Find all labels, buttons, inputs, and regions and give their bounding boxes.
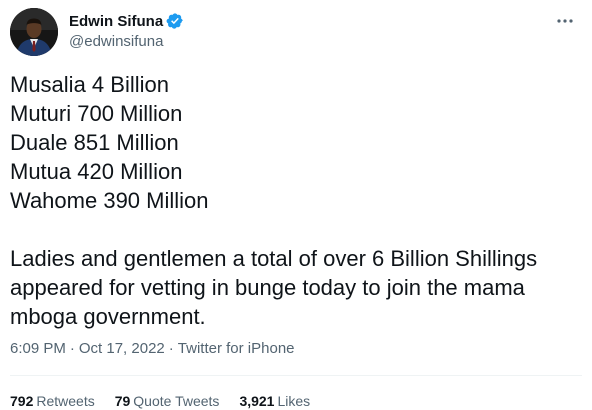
tweet-line: Muturi 700 Million [10, 101, 183, 126]
retweets-label: Retweets [36, 393, 95, 409]
quote-tweets-label: Quote Tweets [133, 393, 220, 409]
likes-count: 3,921 [239, 393, 275, 409]
tweet-time[interactable]: 6:09 PM [10, 340, 66, 357]
tweet-line: Musalia 4 Billion [10, 72, 169, 97]
tweet-text: Musalia 4 Billion Muturi 700 Million Dua… [10, 70, 580, 331]
divider [10, 375, 582, 376]
retweets-stat[interactable]: 792 Retweets [10, 393, 95, 409]
tweet-meta: 6:09 PM · Oct 17, 2022 · Twitter for iPh… [10, 340, 295, 357]
tweet-line: Duale 851 Million [10, 130, 179, 155]
engagement-stats: 792 Retweets 79 Quote Tweets 3,921 Likes [10, 393, 330, 409]
tweet-date[interactable]: Oct 17, 2022 [79, 340, 165, 357]
likes-label: Likes [277, 393, 311, 409]
retweets-count: 792 [10, 393, 34, 409]
tweet-line: Wahome 390 Million [10, 188, 209, 213]
meta-separator: · [168, 340, 174, 357]
more-horizontal-icon [557, 19, 573, 23]
tweet-card: Edwin Sifuna @edwinsifuna Musalia 4 Bill… [0, 0, 592, 410]
tweet-paragraph-line: Ladies and gentlemen a total of over 6 B… [10, 246, 538, 271]
quote-tweets-stat[interactable]: 79 Quote Tweets [115, 393, 220, 409]
paragraph-break [10, 215, 580, 244]
tweet-source[interactable]: Twitter for iPhone [178, 340, 295, 357]
tweet-paragraph-line: mboga government. [10, 304, 206, 329]
tweet-line: Mutua 420 Million [10, 159, 183, 184]
more-options-button[interactable] [554, 10, 576, 32]
likes-stat[interactable]: 3,921 Likes [239, 393, 310, 409]
user-handle[interactable]: @edwinsifuna [69, 33, 184, 50]
display-name[interactable]: Edwin Sifuna [69, 13, 163, 30]
display-name-row: Edwin Sifuna [69, 11, 184, 31]
quote-tweets-count: 79 [114, 393, 131, 409]
profile-photo-icon [10, 8, 58, 56]
verified-badge-icon [166, 12, 184, 30]
avatar[interactable] [10, 8, 58, 56]
tweet-header: Edwin Sifuna @edwinsifuna [10, 8, 582, 58]
tweet-paragraph-line: appeared for vetting in bunge today to j… [10, 275, 525, 300]
meta-separator: · [69, 340, 75, 357]
author-names: Edwin Sifuna @edwinsifuna [69, 11, 184, 50]
